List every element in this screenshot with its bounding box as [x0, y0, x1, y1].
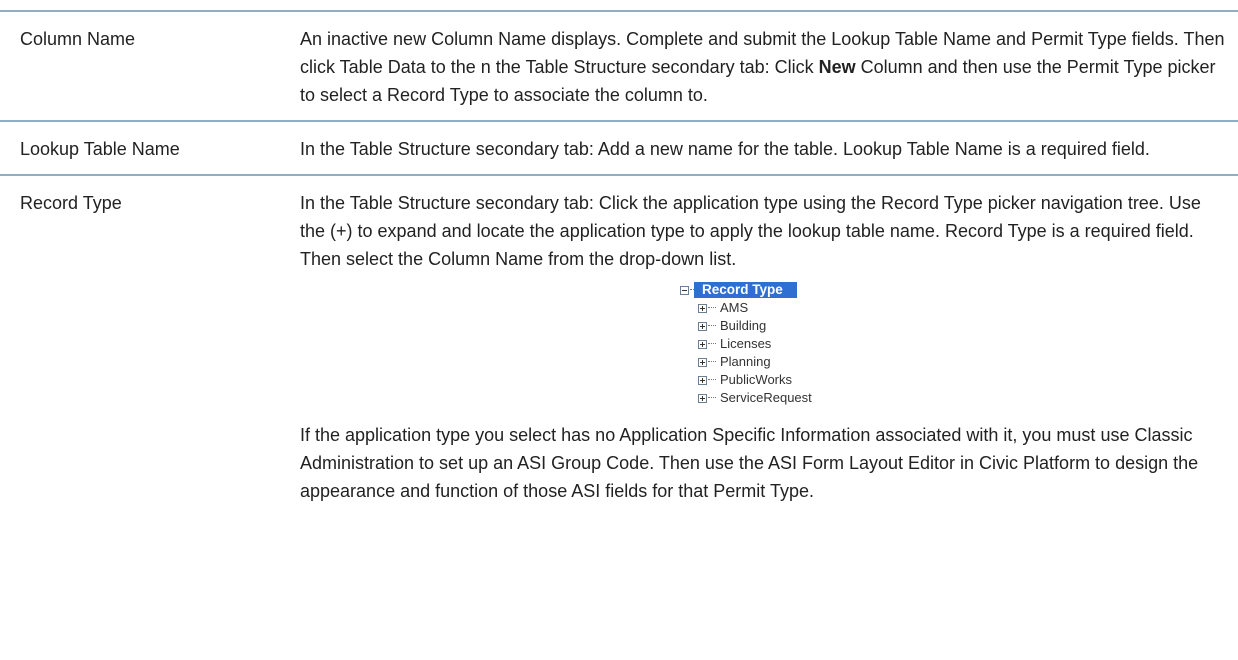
tree-item[interactable]: Licenses	[680, 335, 1230, 353]
expand-icon[interactable]	[698, 303, 707, 313]
collapse-icon[interactable]	[680, 285, 689, 295]
tree-root-label: Record Type	[694, 282, 797, 298]
tree-item-label: Building	[720, 318, 767, 333]
description-cell: An inactive new Column Name displays. Co…	[290, 12, 1230, 120]
tree-item-label: Licenses	[720, 336, 772, 351]
tree-connector	[708, 361, 716, 363]
tree-item-label: ServiceRequest	[720, 390, 812, 405]
tree-item[interactable]: PublicWorks	[680, 371, 1230, 389]
tree-item[interactable]: AMS	[680, 299, 1230, 317]
description-text: In the Table Structure secondary tab: Ad…	[300, 139, 1150, 159]
record-type-tree: Record Type AMS Building Licenses Planni…	[680, 281, 1230, 407]
tree-item[interactable]: Planning	[680, 353, 1230, 371]
term-cell: Record Type	[20, 193, 122, 213]
table-row: Lookup Table Name In the Table Structure…	[0, 122, 1238, 176]
description-cell: In the Table Structure secondary tab: Ad…	[290, 122, 1230, 174]
tree-connector	[708, 325, 716, 327]
table-row: Column Name An inactive new Column Name …	[0, 12, 1238, 122]
term-cell: Lookup Table Name	[20, 139, 180, 159]
expand-icon[interactable]	[698, 393, 707, 403]
tree-item-label: AMS	[720, 300, 749, 315]
tree-item-label: PublicWorks	[720, 372, 793, 387]
description-cell: In the Table Structure secondary tab: Cl…	[290, 176, 1230, 516]
tree-root[interactable]: Record Type	[680, 281, 1230, 299]
expand-icon[interactable]	[698, 375, 707, 385]
table-row: Record Type In the Table Structure secon…	[0, 176, 1238, 516]
tree-connector	[708, 379, 716, 381]
definition-table: Column Name An inactive new Column Name …	[0, 10, 1238, 516]
description-bold-part: New	[818, 57, 856, 77]
tree-item-label: Planning	[720, 354, 771, 369]
expand-icon[interactable]	[698, 321, 707, 331]
expand-icon[interactable]	[698, 357, 707, 367]
term-cell: Column Name	[20, 29, 136, 49]
tree-item[interactable]: ServiceRequest	[680, 389, 1230, 407]
tree-connector	[708, 397, 716, 399]
tree-item[interactable]: Building	[680, 317, 1230, 335]
description-text: An inactive new Column Name displays. Co…	[300, 25, 1230, 109]
description-text: If the application type you select has n…	[300, 425, 1199, 501]
description-text: In the Table Structure secondary tab: Cl…	[300, 193, 1201, 269]
expand-icon[interactable]	[698, 339, 707, 349]
tree-connector	[708, 343, 716, 345]
tree-connector	[708, 307, 716, 309]
